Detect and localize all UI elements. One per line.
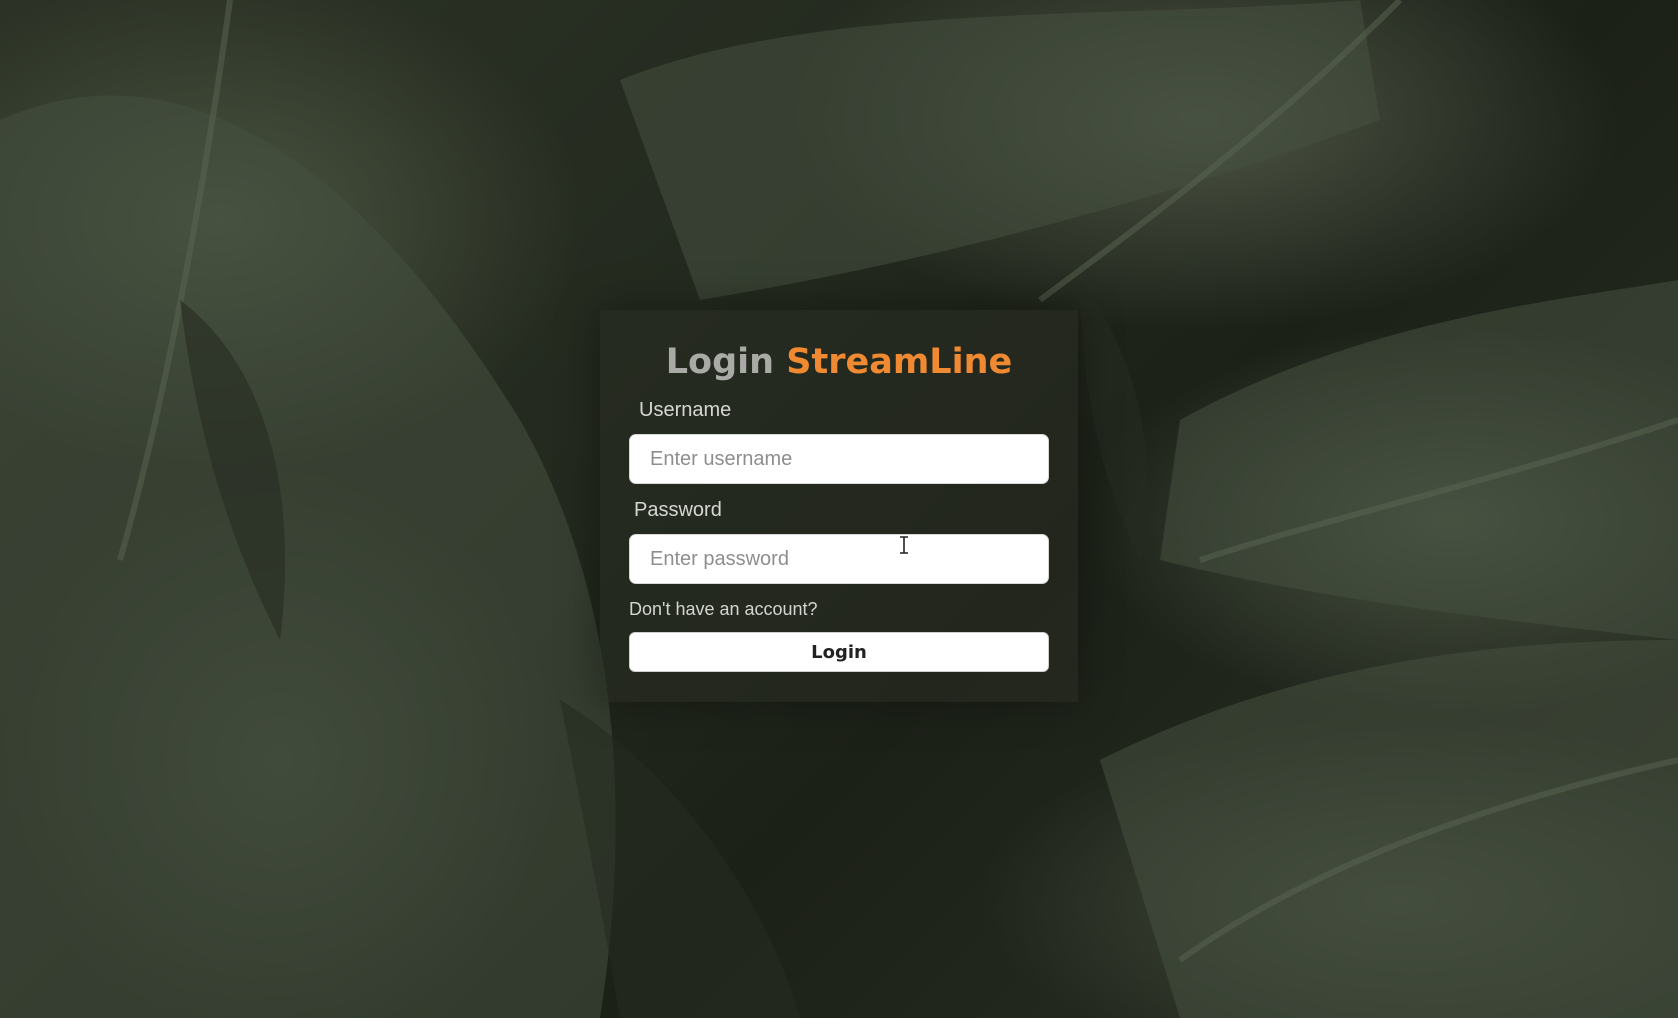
login-button[interactable]: Login	[629, 632, 1049, 672]
login-card: Login StreamLine Username Password Don't…	[600, 310, 1078, 702]
username-label: Username	[639, 399, 732, 421]
password-input[interactable]	[629, 534, 1049, 584]
username-input[interactable]	[629, 434, 1049, 484]
password-label: Password	[634, 499, 722, 521]
title-prefix: Login	[665, 342, 775, 382]
brand-name: StreamLine	[786, 342, 1013, 382]
text-cursor-icon	[900, 536, 908, 554]
login-title: Login StreamLine	[600, 340, 1078, 384]
signup-link[interactable]: Don't have an account?	[629, 598, 818, 620]
